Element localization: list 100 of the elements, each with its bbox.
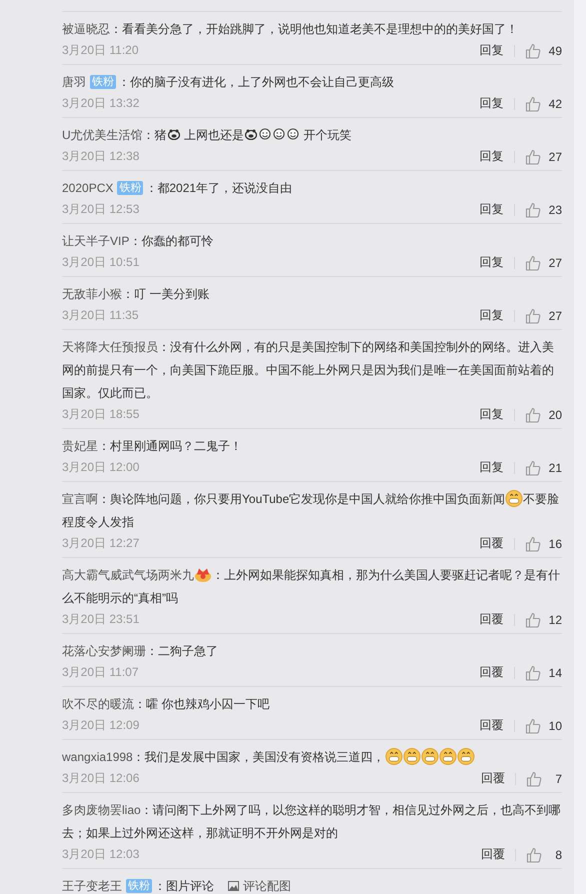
grinning-face-icon bbox=[384, 748, 403, 765]
comment-text: 无敌菲小猴：叮 一美分到账 bbox=[62, 286, 210, 303]
thumbs-up-icon bbox=[526, 846, 542, 862]
reply-link[interactable]: 回复 bbox=[480, 254, 504, 271]
pig-face-icon bbox=[245, 129, 258, 140]
reply-link[interactable]: 回复 bbox=[480, 307, 504, 324]
timestamp: 3月20日 11:07 bbox=[62, 664, 138, 681]
like-button[interactable]: 27 bbox=[524, 254, 562, 270]
username[interactable]: 宣言啊 bbox=[62, 492, 98, 506]
pig-face-icon bbox=[168, 129, 180, 140]
timestamp: 3月20日 12:00 bbox=[62, 459, 140, 476]
thumbs-up-icon bbox=[526, 770, 542, 786]
username[interactable]: 多肉废物罢liao bbox=[62, 803, 141, 817]
timestamp: 3月20日 10:51 bbox=[62, 254, 140, 271]
grinning-face-icon bbox=[505, 490, 524, 507]
username[interactable]: 贵妃星 bbox=[62, 439, 98, 453]
like-button[interactable]: 27 bbox=[524, 308, 562, 324]
like-button[interactable]: 49 bbox=[524, 42, 562, 58]
reply-link[interactable]: 回复 bbox=[480, 95, 504, 112]
like-button[interactable]: 16 bbox=[524, 536, 562, 552]
username[interactable]: 花落心安梦阑珊 bbox=[62, 644, 146, 658]
grinning-face-icon bbox=[456, 748, 475, 765]
username[interactable]: 被逼晓忍 bbox=[62, 22, 110, 36]
username[interactable]: 2020PCX bbox=[62, 181, 114, 195]
grinning-face-icon bbox=[420, 748, 439, 765]
reply-link[interactable]: 回复 bbox=[480, 148, 504, 165]
timestamp: 3月20日 13:32 bbox=[62, 95, 140, 112]
thumbs-up-icon bbox=[524, 460, 541, 476]
grinning-face-icon bbox=[402, 748, 421, 765]
thumbs-up-icon bbox=[524, 718, 541, 734]
username[interactable]: 王子变老王 bbox=[62, 879, 122, 893]
reply-link[interactable]: 回覆 bbox=[480, 611, 504, 628]
comment-text: 多肉废物罢liao：请问阁下上外网了吗，以您这样的聪明才智，相信见过外网之后，也高不到哪去；如果上过外网还这样，那就证明不开外网是对的 bbox=[62, 802, 562, 842]
reply-link[interactable]: 回覆 bbox=[480, 717, 504, 734]
reply-link[interactable]: 回复 bbox=[480, 42, 504, 59]
username[interactable]: U尤优美生活馆 bbox=[62, 128, 143, 142]
smiley-icon bbox=[273, 128, 286, 140]
reply-link[interactable]: 回复 bbox=[480, 406, 504, 423]
fan-badge: 铁粉 bbox=[117, 181, 144, 195]
reply-link[interactable]: 回覆 bbox=[481, 770, 505, 787]
like-button[interactable]: 27 bbox=[524, 148, 562, 164]
timestamp: 3月20日 11:20 bbox=[62, 42, 138, 59]
like-button[interactable]: 12 bbox=[524, 612, 562, 628]
thumbs-up-icon bbox=[524, 202, 541, 218]
thumbs-up-icon bbox=[524, 664, 541, 680]
reply-link[interactable]: 回覆 bbox=[480, 664, 504, 681]
like-button[interactable]: 21 bbox=[524, 460, 562, 476]
comment-text: 吹不尽的暖流：嚯 你也辣鸡小囚一下吧 bbox=[62, 696, 270, 713]
smiley-icon bbox=[259, 128, 272, 140]
like-button[interactable]: 7 bbox=[526, 770, 562, 786]
fan-badge: 铁粉 bbox=[126, 879, 152, 893]
grinning-face-icon bbox=[438, 748, 457, 765]
like-button[interactable]: 8 bbox=[526, 846, 562, 862]
username[interactable]: 吹不尽的暖流 bbox=[62, 697, 134, 711]
comment-text: 高大霸气威武气场两米九 ：上外网如果能探知真相，那为什么美国人要驱赶记者呢？是有什么不能明示的“真相”吗 bbox=[62, 565, 561, 607]
reply-link[interactable]: 回复 bbox=[480, 201, 504, 218]
timestamp: 3月20日 18:55 bbox=[62, 406, 140, 423]
comment-text: 2020PCX 铁粉 ：都2021年了，还说没自由 bbox=[62, 180, 294, 197]
timestamp: 3月20日 11:35 bbox=[62, 307, 138, 324]
reply-link[interactable]: 回覆 bbox=[481, 846, 505, 863]
thumbs-up-icon bbox=[524, 406, 541, 422]
thumbs-up-icon bbox=[524, 42, 541, 58]
image-link[interactable]: 评论配图 bbox=[228, 879, 291, 893]
timestamp: 3月20日 12:38 bbox=[62, 148, 140, 165]
timestamp: 3月20日 23:51 bbox=[62, 611, 140, 628]
username[interactable]: 天将降大任预报员 bbox=[62, 340, 158, 354]
like-button[interactable]: 23 bbox=[524, 202, 562, 218]
smiley-icon bbox=[287, 128, 300, 140]
fan-badge: 铁粉 bbox=[90, 75, 116, 89]
username[interactable]: 无敌菲小猴 bbox=[62, 287, 122, 301]
timestamp: 3月20日 12:03 bbox=[62, 846, 140, 863]
comment-text: 被逼晓忍：看看美分急了，开始跳脚了，说明他也知道老美不是理想中的的美好国了！ bbox=[62, 21, 519, 38]
thumbs-up-icon bbox=[524, 612, 541, 628]
like-button[interactable]: 14 bbox=[524, 664, 562, 680]
image-icon bbox=[228, 881, 239, 891]
reply-link[interactable]: 回复 bbox=[480, 459, 504, 476]
timestamp: 3月20日 12:53 bbox=[62, 201, 140, 218]
like-button[interactable]: 42 bbox=[524, 96, 562, 112]
thumbs-up-icon bbox=[524, 96, 541, 112]
timestamp: 3月20日 12:27 bbox=[62, 535, 140, 552]
comment-text: 王子变老王 铁粉 ：图片评论 评论配图 bbox=[62, 878, 292, 894]
username[interactable]: 高大霸气威武气场两米九 bbox=[62, 568, 194, 582]
comment-text: 让天半子VIP：你蠢的都可怜 bbox=[62, 233, 214, 250]
comment-text: 宣言啊：舆论阵地问题，你只要用YouTube它发现你是中国人就给你推中国负面新闻 不要脸程度令人发指 bbox=[62, 489, 560, 531]
comment-text: U尤优美生活馆：猪 上网也还是 开个玩笑 bbox=[62, 127, 352, 144]
timestamp: 3月20日 12:06 bbox=[62, 770, 140, 787]
comment-text: wangxia1998：我们是发展中国家，美国没有资格说三道四， bbox=[62, 746, 562, 769]
reply-link[interactable]: 回覆 bbox=[480, 535, 504, 552]
like-button[interactable]: 20 bbox=[524, 406, 562, 422]
comment-text: 唐羽 铁粉 ：你的脑子没有进化，上了外网也不会让自己更高级 bbox=[62, 74, 395, 91]
thumbs-up-icon bbox=[524, 536, 541, 552]
comment-text: 贵妃星：村里刚通网吗？二鬼子！ bbox=[62, 438, 243, 455]
username[interactable]: wangxia1998 bbox=[62, 750, 133, 764]
thumbs-up-icon bbox=[524, 148, 541, 164]
comment-text: 天将降大任预报员：没有什么外网，有的只是美国控制下的网络和美国控制外的网络。进入美网的前提只有一个，向美国下跪臣服。中国不能上外网只是因为我们是唯一在美国面前站着的国家。仅此而已。 bbox=[62, 339, 555, 402]
username[interactable]: 让天半子VIP bbox=[62, 234, 130, 248]
thumbs-up-icon bbox=[524, 254, 541, 270]
like-button[interactable]: 10 bbox=[524, 718, 562, 734]
username[interactable]: 唐羽 bbox=[62, 75, 86, 89]
comment-text: 花落心安梦阑珊：二狗子急了 bbox=[62, 643, 219, 660]
